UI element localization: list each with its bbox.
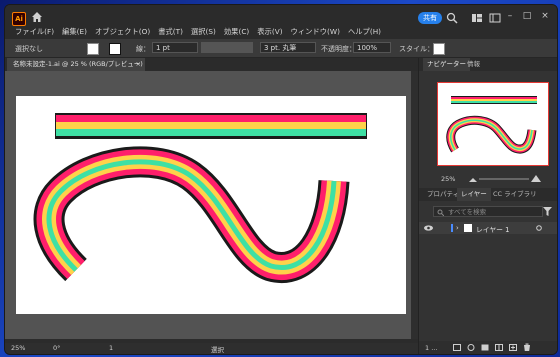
document-title: 名称未設定-1.ai @ 25 % (RGB/プレビュー) [13,60,143,68]
opacity-label: 不透明度： [321,45,356,53]
menu-type[interactable]: 書式(T) [154,27,187,37]
layer-thumbnail [464,224,472,232]
layers-tabs: プロパティ レイヤー CC ライブラリ [419,188,557,201]
menu-edit[interactable]: 編集(E) [58,27,91,37]
vertical-scrollbar[interactable] [411,71,418,339]
minimize-icon[interactable]: – [503,10,517,22]
navigator-view-box[interactable] [437,82,549,166]
menu-effect[interactable]: 効果(C) [220,27,253,37]
illustrator-window: Ai ファイル(F) 編集(E) オブジェクト(O) 書式(T) 選択(S) 効… [4,4,558,355]
selection-status: 選択なし [15,45,43,53]
target-icon[interactable] [536,225,542,231]
navigator-zoom-row: 25% [419,173,557,185]
rotation-value[interactable]: 0° [53,344,60,352]
arrange-documents-icon[interactable] [489,12,501,24]
menu-bar: Ai ファイル(F) 編集(E) オブジェクト(O) 書式(T) 選択(S) 効… [5,5,557,39]
stroke-label: 線： [136,45,150,53]
home-icon[interactable] [31,11,43,23]
new-sublayer-icon[interactable] [495,344,503,351]
expand-layer-icon[interactable]: › [456,224,459,232]
control-bar: 選択なし 線： 1 pt 3 pt. 丸筆 不透明度： 100% スタイル： [5,39,557,58]
brush-dropdown[interactable]: 3 pt. 丸筆 [260,42,316,53]
stroke-swatch[interactable] [109,43,121,55]
export-icon[interactable] [453,344,461,351]
layer-count: 1 ... [425,344,438,352]
document-tab-bar: 名称未設定-1.ai @ 25 % (RGB/プレビュー) × [5,58,418,71]
stripe-green [56,129,366,136]
wave-stripe-band[interactable] [33,146,350,283]
menu-help[interactable]: ヘルプ(H) [344,27,385,37]
stripe-pink [56,115,366,122]
pasteboard[interactable] [5,71,411,339]
tab-info[interactable]: 情報 [463,58,484,71]
artboard[interactable] [16,96,406,314]
stripe-yellow [56,122,366,129]
locate-object-icon[interactable] [467,344,475,351]
share-button[interactable]: 共有 [418,12,442,24]
navigator-zoom-value[interactable]: 25% [441,175,455,183]
navigator-tabs: ナビゲーター 情報 [419,58,557,71]
workspace-icon[interactable] [471,12,483,24]
menu-select[interactable]: 選択(S) [187,27,220,37]
zoom-level[interactable]: 25% [11,344,25,352]
layer-row[interactable]: › レイヤー 1 [419,222,557,234]
trash-icon[interactable] [523,343,531,351]
close-tab-icon[interactable]: × [136,58,141,71]
search-icon[interactable] [446,12,458,24]
maximize-icon[interactable]: □ [520,10,534,22]
search-icon [437,209,444,216]
zoom-slider[interactable] [479,178,529,180]
layers-bottom-bar: 1 ... [419,341,557,354]
menu-window[interactable]: ウィンドウ(W) [287,27,344,37]
new-layer-icon[interactable] [509,344,517,351]
zoom-in-icon[interactable] [531,174,541,182]
close-icon[interactable]: × [538,10,552,22]
style-label: スタイル： [399,45,434,53]
document-tab[interactable]: 名称未設定-1.ai @ 25 % (RGB/プレビュー) × [7,58,145,71]
variable-width-dropdown[interactable] [201,42,253,53]
artwork [33,113,367,283]
zoom-out-icon[interactable] [469,176,477,182]
menu-view[interactable]: 表示(V) [253,27,286,37]
menu-file[interactable]: ファイル(F) [11,27,58,37]
current-tool-label: 選択 [211,346,224,354]
layers-search-input[interactable]: すべてを検索 [433,206,543,217]
fill-swatch[interactable] [87,43,99,55]
stroke-weight-field[interactable]: 1 pt [152,42,198,53]
opacity-field[interactable]: 100% [353,42,391,53]
status-bar: 25% 0° 1 選択 [5,343,418,354]
menu-object[interactable]: オブジェクト(O) [91,27,154,37]
artboard-number[interactable]: 1 [109,344,113,352]
app-logo: Ai [12,12,26,26]
clipping-mask-icon[interactable] [481,344,489,351]
style-swatch[interactable] [433,43,445,55]
tab-cc-libraries[interactable]: CC ライブラリ [489,188,541,201]
layer-name[interactable]: レイヤー 1 [476,224,509,234]
right-panel: ナビゲーター 情報 25% プロパティ レイヤー CC ライブラリ すべてを検索… [418,58,557,354]
eye-icon[interactable] [424,225,433,231]
main-menu: ファイル(F) 編集(E) オブジェクト(O) 書式(T) 選択(S) 効果(C… [11,27,385,37]
tab-layers[interactable]: レイヤー [457,188,491,201]
filter-icon[interactable] [543,207,552,216]
layer-color-bar [451,224,453,232]
